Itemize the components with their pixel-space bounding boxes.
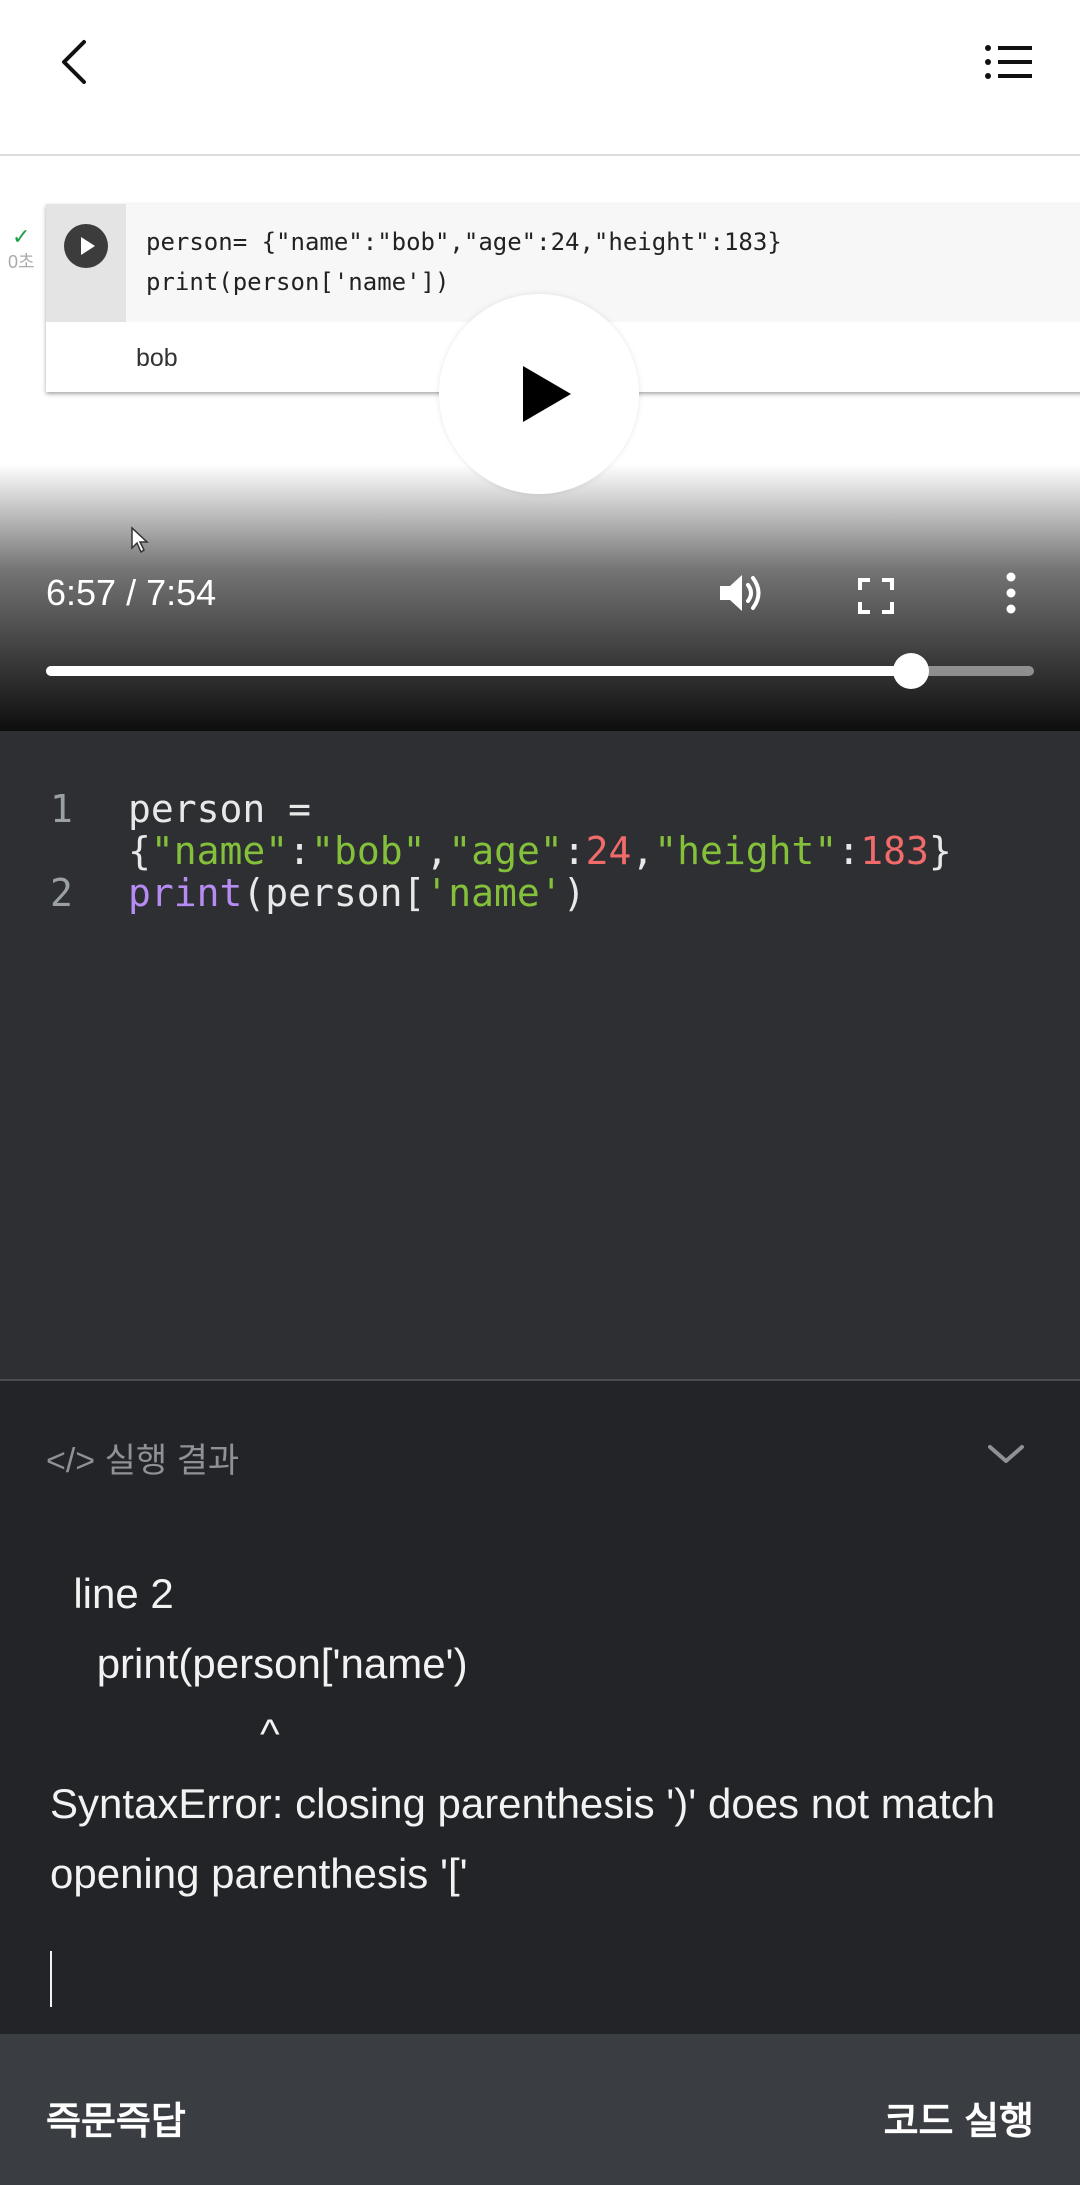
more-options-button[interactable]: [996, 570, 1026, 616]
result-panel-title: </> 실행 결과: [46, 1442, 240, 1480]
code-token-number: 183: [860, 829, 929, 873]
text-caret: [50, 1951, 52, 2007]
menu-button[interactable]: [972, 30, 1044, 94]
volume-button[interactable]: [716, 570, 768, 616]
code-token-string: "age": [448, 829, 563, 873]
line-number: 2: [50, 871, 73, 915]
back-arrow-icon: [62, 40, 86, 84]
chevron-down-icon: [988, 1445, 1024, 1463]
code-token: {: [128, 829, 151, 873]
code-token-string: 'name': [425, 871, 563, 915]
code-token-string: "height": [654, 829, 838, 873]
code-token-string: "name": [150, 829, 289, 873]
code-token-string: "bob": [311, 829, 426, 873]
bottom-bar: 즉문즉답 코드 실행: [0, 2034, 1080, 2185]
video-time-display: 6:57 / 7:54: [46, 572, 217, 613]
top-bar: [0, 0, 1080, 124]
collapse-result-button[interactable]: [984, 1437, 1028, 1469]
more-vertical-icon: [1006, 572, 1016, 614]
video-player[interactable]: ✓ 0초 person= {"name":"bob","age":24,"hei…: [0, 124, 1080, 731]
cell-output-text: bob: [136, 344, 178, 372]
play-icon: [523, 366, 571, 422]
notebook-toolbar-strip: [0, 124, 1080, 156]
cell-code-line-1: person= {"name":"bob","age":24,"height":…: [146, 228, 782, 256]
video-progress-bar[interactable]: [46, 653, 1034, 689]
fullscreen-icon: [858, 578, 894, 614]
fullscreen-button[interactable]: [856, 576, 896, 616]
back-button[interactable]: [46, 30, 110, 94]
cell-success-check-icon: ✓: [12, 224, 31, 249]
code-token-function: print: [128, 871, 243, 915]
line-number: 1: [50, 787, 73, 831]
cell-exec-time: 0초: [8, 252, 35, 272]
result-output-text: line 2 print(person['name') ^ SyntaxErro…: [50, 1570, 996, 1897]
cell-run-icon: [64, 224, 108, 268]
list-menu-icon: [985, 45, 1032, 79]
mouse-cursor-icon: [130, 526, 152, 559]
code-token-number: 24: [585, 829, 632, 873]
code-line-1b: {"name":"bob","age":24,"height":183}: [128, 829, 952, 873]
code-token: }: [928, 829, 952, 873]
code-line-2: print(person['name'): [128, 871, 586, 915]
run-code-button[interactable]: 코드 실행: [884, 2090, 1034, 2145]
volume-icon: [720, 575, 761, 611]
code-line-1a: person =: [128, 787, 312, 831]
code-token: ): [562, 871, 586, 915]
code-editor[interactable]: 1 person = {"name":"bob","age":24,"heigh…: [0, 731, 1080, 1379]
result-panel: </> 실행 결과 line 2 print(person['name') ^ …: [0, 1379, 1080, 2036]
code-token: (person[: [242, 871, 426, 915]
qna-button[interactable]: 즉문즉답: [46, 2090, 186, 2145]
play-button[interactable]: [439, 294, 639, 494]
cell-gutter: [46, 204, 126, 322]
video-progress-fill: [46, 666, 912, 676]
